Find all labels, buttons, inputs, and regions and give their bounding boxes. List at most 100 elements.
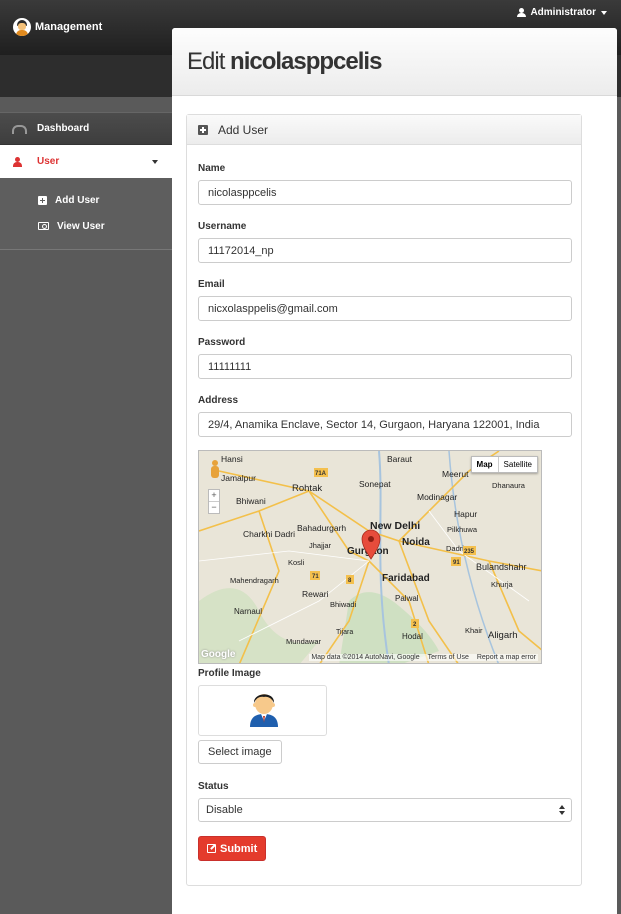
map-label-rohtak: Rohtak <box>292 483 322 494</box>
dashboard-icon <box>12 123 27 135</box>
map-label-bhiwadi: Bhiwadi <box>330 600 357 609</box>
caret-down-icon <box>152 160 158 164</box>
map-label-noida: Noida <box>402 537 430 548</box>
map-label-pilkhuwa: Pilkhuwa <box>447 525 478 534</box>
map-label-mahendragarh: Mahendragarh <box>230 576 279 585</box>
map-road-235: 235 <box>464 549 475 555</box>
map-data-credit: Map data ©2014 AutoNavi, Google <box>311 654 420 661</box>
select-image-button[interactable]: Select image <box>198 740 282 764</box>
card-title: Add User <box>218 122 269 137</box>
map-label-bulandshahr: Bulandshahr <box>476 562 527 572</box>
sidebar-item-label: User <box>37 156 60 167</box>
caret-down-icon <box>601 10 607 15</box>
submenu-add-user[interactable]: Add User <box>0 187 172 213</box>
map-label-khurja: Khurja <box>491 580 514 589</box>
card-header: Add User <box>187 115 581 145</box>
address-label: Address <box>198 395 239 406</box>
map-label-charkhi-dadri: Charkhi Dadri <box>243 529 295 539</box>
view-icon <box>38 222 49 230</box>
map-type-satellite[interactable]: Satellite <box>499 457 537 472</box>
select-arrows-icon <box>559 805 565 816</box>
username-input[interactable] <box>198 238 572 263</box>
map-label-new-delhi: New Delhi <box>370 520 420 532</box>
map-label-mundawar: Mundawar <box>286 637 322 646</box>
sidebar-item-dashboard[interactable]: Dashboard <box>0 112 172 145</box>
map-label-hodal: Hodal <box>402 632 423 641</box>
brand-logo-icon <box>13 18 31 36</box>
map-label-rewari: Rewari <box>302 589 329 599</box>
submit-button[interactable]: Submit <box>198 836 267 861</box>
zoom-in-button[interactable]: + <box>209 490 219 501</box>
user-submenu: Add User View User <box>0 178 172 250</box>
brand-label: Management <box>35 21 103 33</box>
page-title-prefix: Edit <box>187 48 225 75</box>
map-type-control: Map Satellite <box>470 456 538 473</box>
map-label-kosli: Kosli <box>288 558 305 567</box>
plus-square-icon <box>38 195 47 205</box>
sidebar-item-user[interactable]: User <box>0 145 172 178</box>
status-label: Status <box>198 781 229 792</box>
address-input[interactable] <box>198 412 572 437</box>
submenu-view-user[interactable]: View User <box>0 213 172 239</box>
map-label-meerut: Meerut <box>442 469 469 479</box>
map-road-71a: 71A <box>315 471 327 477</box>
map-label-dadri: Dadri <box>446 544 464 553</box>
page-title-name: nicolasppcelis <box>230 48 382 75</box>
avatar-icon <box>250 694 278 727</box>
submenu-label: Add User <box>55 194 100 206</box>
user-menu-label: Administrator <box>530 7 596 18</box>
map-type-map[interactable]: Map <box>472 457 499 472</box>
street-view-pegman-icon[interactable] <box>210 460 220 480</box>
map-label-dhanaura: Dhanaura <box>492 481 526 490</box>
email-input[interactable] <box>198 296 572 321</box>
map-label-jhajjar: Jhajjar <box>309 541 332 550</box>
plus-square-icon <box>198 124 208 135</box>
map-report-link[interactable]: Report a map error <box>477 654 536 661</box>
username-label: Username <box>198 221 247 232</box>
password-input[interactable] <box>198 354 572 379</box>
address-map[interactable]: Hansi Jamalpur Bhiwani Rohtak Sonepat Ba… <box>198 450 542 664</box>
map-canvas: Hansi Jamalpur Bhiwani Rohtak Sonepat Ba… <box>199 451 541 663</box>
map-label-narnaul: Narnaul <box>234 607 262 616</box>
page-title: Edit nicolasppcelis <box>187 48 617 76</box>
sidebar-item-label: Dashboard <box>37 123 90 134</box>
zoom-out-button[interactable]: − <box>209 501 219 513</box>
map-label-bahadurgarh: Bahadurgarh <box>297 523 346 533</box>
map-label-faridabad: Faridabad <box>382 573 430 584</box>
map-label-jamalpur: Jamalpur <box>221 473 256 483</box>
submenu-label: View User <box>57 220 105 232</box>
brand[interactable]: Management <box>13 17 102 37</box>
main-panel: Edit nicolasppcelis Add User Name Userna… <box>172 28 617 914</box>
user-icon <box>517 8 527 17</box>
add-user-card: Add User Name Username Email Password Ad… <box>186 114 582 886</box>
map-label-bhiwani: Bhiwani <box>236 496 266 506</box>
map-label-modinagar: Modinagar <box>417 492 457 502</box>
map-road-71: 71 <box>312 574 319 580</box>
map-label-hapur: Hapur <box>454 509 477 519</box>
map-label-hansi: Hansi <box>221 454 243 464</box>
status-select[interactable]: Disable <box>198 798 572 822</box>
map-label-sonepat: Sonepat <box>359 479 391 489</box>
submit-label: Submit <box>220 842 258 855</box>
profile-image-preview <box>198 685 327 736</box>
sidebar: Dashboard User Add User View User <box>0 112 172 250</box>
map-terms-link[interactable]: Terms of Use <box>428 654 469 661</box>
status-selected-value: Disable <box>206 804 243 816</box>
edit-icon <box>207 844 216 853</box>
name-input[interactable] <box>198 180 572 205</box>
email-label: Email <box>198 279 225 290</box>
map-label-palwal: Palwal <box>395 594 419 603</box>
user-icon <box>12 156 24 168</box>
user-menu[interactable]: Administrator <box>517 7 607 18</box>
google-logo[interactable]: Google <box>201 649 235 660</box>
map-label-aligarh: Aligarh <box>488 630 518 641</box>
password-label: Password <box>198 337 246 348</box>
name-label: Name <box>198 163 226 174</box>
map-footer: Map data ©2014 AutoNavi, Google Terms of… <box>309 654 538 661</box>
map-label-khair: Khair <box>465 626 483 635</box>
map-road-91: 91 <box>453 560 460 566</box>
profile-image-label: Profile Image <box>198 668 261 679</box>
map-zoom-control: + − <box>208 489 220 514</box>
map-label-baraut: Baraut <box>387 454 413 464</box>
map-label-tijara: Tijara <box>336 629 353 636</box>
